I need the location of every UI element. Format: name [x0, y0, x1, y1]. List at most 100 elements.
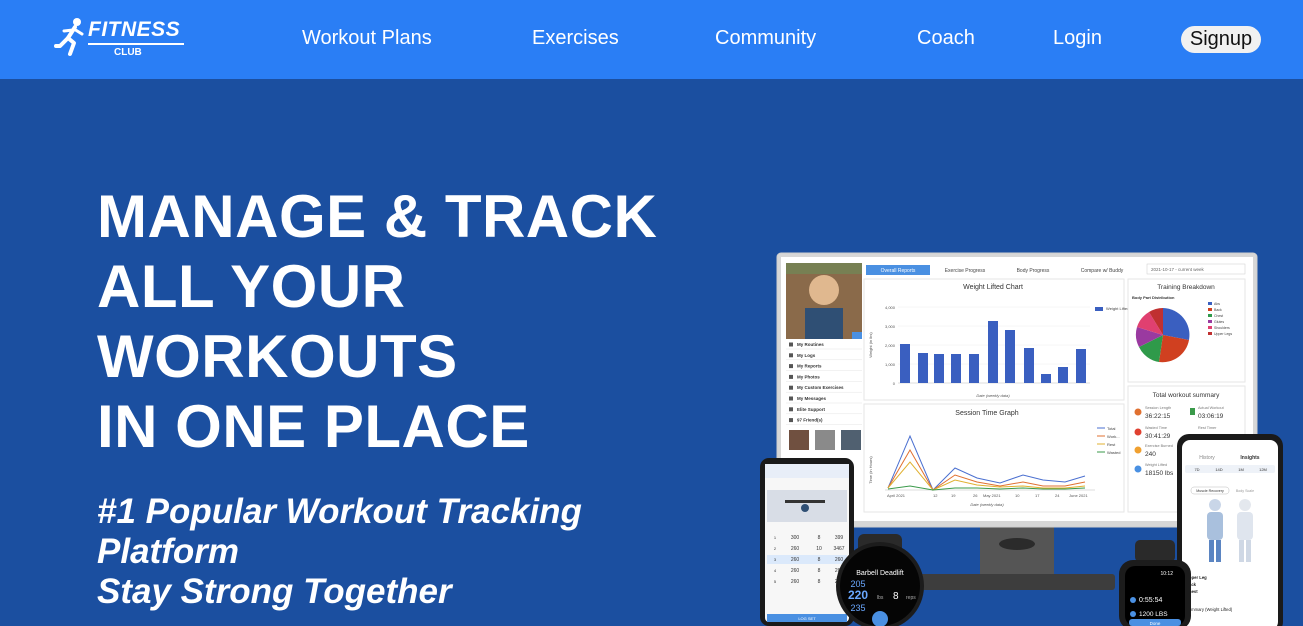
hero-tagline: #1 Popular Workout Tracking Platform Sta… — [97, 492, 582, 612]
watch-weight: 220 — [848, 588, 868, 602]
summary-label: Actual Workout — [1198, 406, 1225, 410]
weight-chart-title: Weight Lifted Chart — [963, 284, 1023, 291]
session-length-value: 36:22:15 — [1145, 413, 1171, 420]
nav-workout-plans[interactable]: Workout Plans — [302, 27, 432, 50]
weight-lifted-chart: Weight Lifted Chart Weight (in lbs) 4,00… — [863, 278, 1129, 401]
sidebar-item-label: 97 Friend(s) — [797, 418, 823, 423]
hero-tagline-line: Platform — [97, 532, 239, 571]
nav-exercises[interactable]: Exercises — [532, 27, 619, 50]
sidebar-item-icon — [789, 364, 793, 369]
sidebar-item-icon — [789, 407, 793, 412]
x-tick: 26 — [973, 493, 978, 498]
y-tick: 4,000 — [885, 305, 896, 310]
weight-chart-legend: Weight Lifted — [1106, 306, 1129, 311]
breakdown-legend: Abs — [1214, 302, 1220, 306]
nav-community[interactable]: Community — [715, 27, 816, 50]
set-row-cell: 260 — [791, 579, 800, 585]
phone-tab: Insights — [1240, 455, 1259, 461]
set-row-cell: 3467 — [833, 546, 844, 552]
device-mockup-illustration: My Routines My Logs My Reports My Photos My … — [745, 250, 1303, 626]
sidebar-item-label: My Routines — [797, 342, 824, 347]
watch-done-button: Done — [1150, 621, 1161, 626]
logo-underline — [88, 43, 184, 45]
watch-total-weight: 1200 LBS — [1139, 611, 1168, 618]
hero-headline-line: ALL YOUR — [97, 253, 406, 320]
y-tick: 1,000 — [885, 362, 896, 367]
x-tick: June 2021 — [1069, 493, 1088, 498]
session-legend: Rest — [1107, 442, 1116, 447]
sidebar-item-label: My Messages — [797, 396, 827, 401]
sidebar-item-icon — [789, 353, 793, 358]
session-time-chart: Session Time Graph Time (in Hours) April… — [863, 403, 1125, 513]
toggle-option: Muscle Recovery — [1196, 489, 1224, 493]
sidebar-item-label: My Reports — [797, 364, 822, 369]
tab-compare-buddy: Compare w/ Buddy — [1081, 268, 1124, 274]
x-tick: 24 — [1055, 493, 1060, 498]
top-navigation-bar: FITNESS CLUB Workout Plans Exercises Com… — [0, 0, 1303, 79]
nav-login[interactable]: Login — [1053, 27, 1102, 50]
hero-headline: MANAGE & TRACK ALL YOUR WORKOUTS IN ONE … — [97, 182, 657, 462]
log-set-button: LOG SET — [798, 616, 816, 621]
hero-tagline-line: #1 Popular Workout Tracking — [97, 492, 582, 531]
set-row-cell: 8 — [818, 557, 821, 563]
sidebar-item-label: My Custom Exercises — [797, 385, 844, 390]
range-option: 14D — [1215, 467, 1222, 472]
tab-body-progress: Body Progress — [1017, 268, 1050, 274]
phone-right: History Insights 7D 14D 1M 12M Muscle Re… — [1177, 434, 1283, 626]
watch-time: 10:12 — [1160, 571, 1173, 577]
fitness-club-logo[interactable]: FITNESS CLUB — [54, 16, 194, 62]
x-tick: 10 — [1015, 493, 1020, 498]
runner-icon — [54, 18, 84, 56]
nav-coach[interactable]: Coach — [917, 27, 975, 50]
signup-button[interactable]: Signup — [1181, 26, 1261, 53]
breakdown-legend: Upper Legs — [1214, 332, 1232, 336]
logo-wordmark: FITNESS — [88, 18, 181, 41]
watch-reps-unit: reps — [906, 595, 916, 601]
y-tick: 3,000 — [885, 324, 896, 329]
x-tick: April 2021 — [887, 493, 906, 498]
set-row-cell: 260 — [835, 557, 844, 563]
set-row-cell: 8 — [818, 535, 821, 541]
range-option: 12M — [1259, 467, 1267, 472]
session-legend: Wasted — [1107, 450, 1120, 455]
sidebar-item-label: My Photos — [797, 374, 820, 379]
hero-headline-line: MANAGE & TRACK — [97, 183, 658, 250]
sidebar-item-icon — [789, 396, 793, 401]
date-select: 2021-10-17 - current week — [1151, 267, 1205, 272]
training-breakdown-chart: Training Breakdown Body Part Distributio… — [1127, 278, 1246, 383]
breakdown-legend: Glutes — [1214, 320, 1224, 324]
y-tick: 2,000 — [885, 343, 896, 348]
x-tick: 12 — [933, 493, 938, 498]
session-legend: Work... — [1107, 434, 1120, 439]
x-tick: May 2021 — [983, 493, 1001, 498]
summary-label: Weight Lifted — [1145, 463, 1167, 467]
weight-lifted-value: 18150 lbs — [1145, 470, 1174, 477]
session-chart-xlabel: Date (weekly data) — [970, 502, 1004, 507]
breakdown-subtitle: Body Part Distribution — [1132, 295, 1175, 300]
toggle-option: Body Scale — [1236, 489, 1254, 493]
set-row-cell: 399 — [835, 535, 844, 541]
summary-label: Rest Timer — [1198, 426, 1217, 430]
sidebar-item-icon — [789, 342, 793, 347]
hero-headline-line: WORKOUTS — [97, 323, 458, 390]
set-row-cell: 8 — [818, 568, 821, 574]
weight-chart-xlabel: Date (weekly data) — [976, 393, 1010, 398]
phone-tab: History — [1199, 455, 1215, 461]
hero-tagline-line: Stay Strong Together — [97, 572, 452, 611]
sidebar-item-label: My Logs — [797, 353, 816, 358]
set-row-cell: 260 — [791, 568, 800, 574]
breakdown-legend: Chest — [1214, 314, 1223, 318]
actual-workout-value: 03:06:19 — [1198, 413, 1224, 420]
wasted-time-value: 30:41:29 — [1145, 433, 1171, 440]
summary-label: Wasted Time — [1145, 426, 1167, 430]
breakdown-title: Training Breakdown — [1157, 284, 1215, 291]
watch-reps: 8 — [893, 591, 899, 602]
phone-summary-label: Summary (Weight Lifted) — [1186, 607, 1233, 612]
watch-duration: 0:55:54 — [1139, 597, 1162, 604]
range-option: 1M — [1238, 467, 1244, 472]
set-row-cell: 300 — [791, 535, 800, 541]
watch-exercise-name: Barbell Deadlift — [856, 570, 904, 577]
range-option: 7D — [1194, 467, 1199, 472]
set-row-cell: 260 — [791, 546, 800, 552]
summary-title: Total workout summary — [1153, 392, 1221, 399]
